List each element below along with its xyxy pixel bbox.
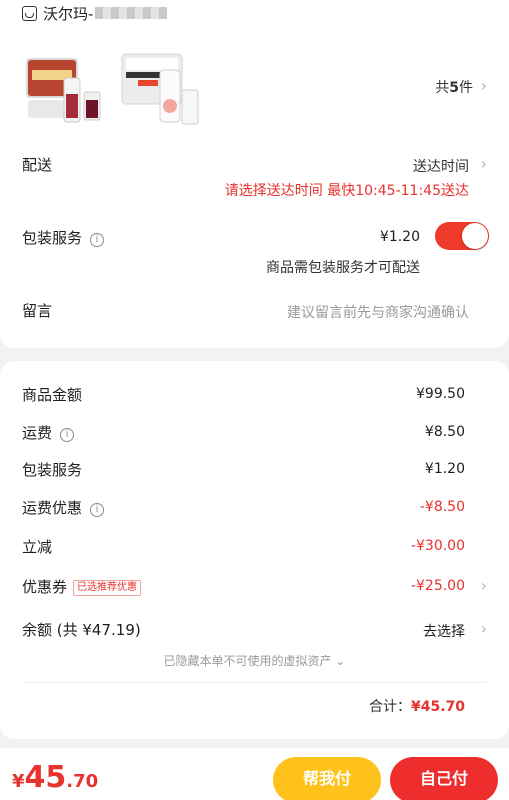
total-label: 合计： [368, 699, 411, 715]
summary-label-goods: 商品金额 [22, 386, 83, 404]
info-icon[interactable]: i [90, 233, 105, 247]
item-count-prefix: 共 [435, 80, 450, 96]
summary-value-packaging: ¥1.20 [424, 461, 465, 477]
store-name-redacted [95, 7, 168, 19]
summary-value-coupon[interactable]: -¥25.00 [411, 578, 465, 594]
item-count[interactable]: 共5件 [435, 77, 473, 97]
store-name: 沃尔玛- [43, 4, 94, 23]
chevron-right-icon[interactable]: › [481, 154, 487, 173]
info-icon[interactable]: i [60, 428, 75, 442]
info-icon[interactable]: i [90, 503, 105, 517]
summary-label-coupon: 优惠券 [22, 578, 68, 596]
chevron-right-icon[interactable]: › [481, 576, 487, 595]
summary-label-instant-discount: 立减 [22, 538, 53, 556]
summary-value-shipping-discount: -¥8.50 [419, 499, 465, 515]
toggle-knob [462, 223, 488, 249]
summary-label-packaging: 包装服务 [22, 461, 83, 479]
chevron-right-icon[interactable]: › [481, 76, 487, 95]
delivery-label: 配送 [22, 156, 53, 174]
chevron-down-icon: ⌄ [335, 654, 346, 668]
item-count-number: 5 [449, 80, 459, 96]
packaging-toggle[interactable] [435, 222, 489, 250]
store-header[interactable]: 沃尔玛- [22, 0, 168, 26]
pay-currency: ¥ [12, 771, 25, 792]
summary-label-shipping-discount: 运费优惠 [22, 499, 83, 517]
product-thumbnail-2[interactable] [120, 48, 202, 130]
product-thumbnail-1[interactable] [22, 48, 104, 130]
summary-value-shipping: ¥8.50 [424, 424, 465, 440]
divider [22, 682, 487, 683]
delivery-time-selector[interactable]: 送达时间 [413, 156, 469, 176]
coupon-badge: 已选推荐优惠 [73, 580, 142, 596]
item-count-suffix: 件 [459, 80, 473, 96]
hidden-assets-toggle[interactable]: 已隐藏本单不可使用的虚拟资产 ⌄ [0, 652, 509, 669]
summary-label-coupon-row[interactable]: 优惠券 已选推荐优惠 [22, 576, 142, 597]
balance-select[interactable]: 去选择 [423, 621, 465, 641]
summary-label-balance: 余额 (共 ¥47.19) [22, 621, 141, 639]
packaging-label: 包装服务 [22, 229, 83, 247]
summary-label-shipping: 运费 [22, 424, 53, 442]
packaging-note: 商品需包装服务才可配送 [266, 260, 420, 276]
help-pay-button[interactable]: 帮我付 [273, 757, 381, 800]
summary-label-shipping-discount-row: 运费优惠 i [22, 497, 105, 518]
summary-value-instant-discount: -¥30.00 [410, 538, 465, 554]
self-pay-button[interactable]: 自己付 [390, 757, 498, 800]
total-row: 合计：¥45.70 [369, 696, 465, 716]
summary-label-shipping-row: 运费 i [22, 422, 75, 443]
bottom-pay-bar: ¥45.70 帮我付 自己付 [0, 748, 509, 800]
total-value: ¥45.70 [410, 699, 465, 715]
packaging-label-row: 包装服务 i [22, 227, 105, 248]
pay-amount-dec: .70 [66, 771, 99, 792]
store-icon [22, 5, 37, 21]
hidden-assets-text: 已隐藏本单不可使用的虚拟资产 [163, 654, 332, 668]
pay-amount: ¥45.70 [12, 760, 98, 795]
message-input[interactable]: 建议留言前先与商家沟通确认 [287, 302, 469, 322]
chevron-right-icon[interactable]: › [481, 619, 487, 638]
message-label: 留言 [22, 302, 53, 320]
pay-amount-int: 45 [24, 760, 67, 795]
delivery-time-hint: 请选择送达时间 最快10:45-11:45送达 [224, 183, 469, 199]
packaging-price: ¥1.20 [379, 229, 420, 245]
summary-value-goods: ¥99.50 [416, 386, 465, 402]
